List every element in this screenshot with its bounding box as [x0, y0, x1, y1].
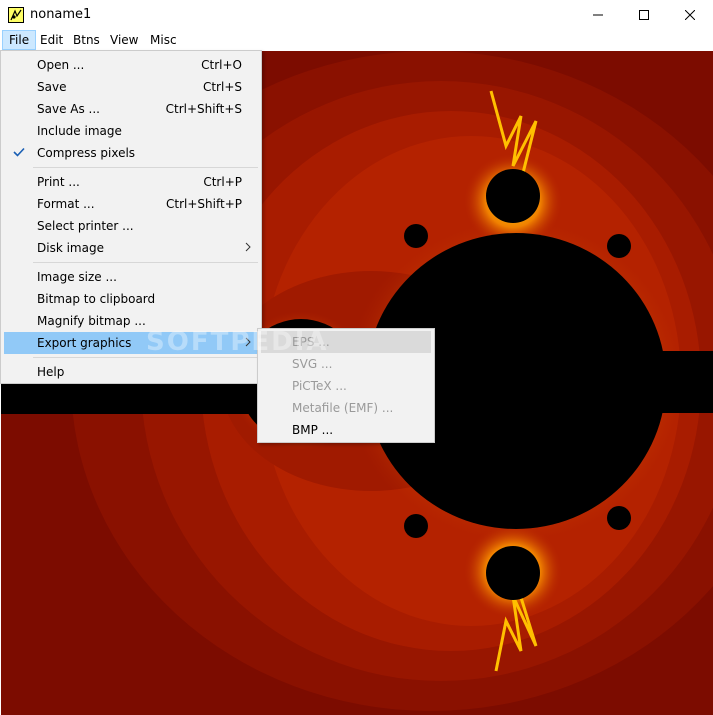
- menu-shortcut: Ctrl+Shift+P: [166, 197, 242, 211]
- menu-help[interactable]: Help: [4, 361, 259, 383]
- menu-label: Help: [37, 365, 65, 379]
- submenu-pictex[interactable]: PiCTeX ...: [261, 375, 431, 397]
- submenu-label: Metafile (EMF) ...: [292, 401, 394, 415]
- menu-shortcut: Ctrl+S: [202, 80, 242, 94]
- menu-save-as[interactable]: Save As ... Ctrl+Shift+S: [4, 98, 259, 120]
- watermark: SOFTPEDIA: [146, 327, 329, 357]
- submenu-metafile-emf[interactable]: Metafile (EMF) ...: [261, 397, 431, 419]
- menu-disk-image[interactable]: Disk image: [4, 237, 259, 259]
- menu-label: Image size ...: [37, 270, 117, 284]
- menu-print[interactable]: Print ... Ctrl+P: [4, 171, 259, 193]
- menu-file[interactable]: File: [2, 30, 37, 50]
- menu-view[interactable]: View: [104, 30, 144, 50]
- menu-save[interactable]: Save Ctrl+S: [4, 76, 259, 98]
- minimize-button[interactable]: [575, 0, 621, 30]
- menu-label: Open ...: [37, 58, 85, 72]
- minimize-icon: [593, 14, 603, 16]
- menu-separator: [33, 262, 258, 263]
- title-bar: noname1: [0, 0, 713, 30]
- submenu-label: BMP ...: [292, 423, 334, 437]
- submenu-label: PiCTeX ...: [292, 379, 347, 393]
- menu-image-size[interactable]: Image size ...: [4, 266, 259, 288]
- menu-label: Export graphics: [37, 336, 132, 350]
- menu-format[interactable]: Format ... Ctrl+Shift+P: [4, 193, 259, 215]
- menu-separator: [33, 357, 258, 358]
- submenu-bmp[interactable]: BMP ...: [261, 419, 431, 441]
- menu-include-image[interactable]: Include image: [4, 120, 259, 142]
- menu-shortcut: Ctrl+Shift+S: [165, 102, 242, 116]
- menu-open[interactable]: Open ... Ctrl+O: [4, 54, 259, 76]
- close-button[interactable]: [667, 0, 713, 30]
- menu-btns[interactable]: Btns: [67, 30, 106, 50]
- window-title: noname1: [30, 7, 92, 22]
- menu-label: Include image: [37, 124, 122, 138]
- chevron-right-icon: [245, 242, 251, 252]
- menu-label: Save As ...: [37, 102, 100, 116]
- menu-label: Disk image: [37, 241, 104, 255]
- maximize-icon: [639, 10, 649, 20]
- fractal-app-icon: [8, 7, 24, 23]
- menu-misc[interactable]: Misc: [144, 30, 183, 50]
- menu-edit[interactable]: Edit: [34, 30, 69, 50]
- menu-label: Magnify bitmap ...: [37, 314, 146, 328]
- menu-compress-pixels[interactable]: Compress pixels: [4, 142, 259, 164]
- menu-label: Bitmap to clipboard: [37, 292, 156, 306]
- menu-label: Format ...: [37, 197, 95, 211]
- menu-bar: File Edit Btns View Misc: [0, 30, 713, 50]
- menu-separator: [33, 167, 258, 168]
- checkmark-icon: [13, 147, 25, 157]
- submenu-label: SVG ...: [292, 357, 333, 371]
- menu-label: Print ...: [37, 175, 80, 189]
- menu-label: Select printer ...: [37, 219, 134, 233]
- menu-select-printer[interactable]: Select printer ...: [4, 215, 259, 237]
- close-icon: [685, 10, 695, 20]
- menu-label: Save: [37, 80, 67, 94]
- menu-shortcut: Ctrl+P: [203, 175, 242, 189]
- maximize-button[interactable]: [621, 0, 667, 30]
- menu-label: Compress pixels: [37, 146, 136, 160]
- menu-bitmap-to-clipboard[interactable]: Bitmap to clipboard: [4, 288, 259, 310]
- menu-shortcut: Ctrl+O: [201, 58, 242, 72]
